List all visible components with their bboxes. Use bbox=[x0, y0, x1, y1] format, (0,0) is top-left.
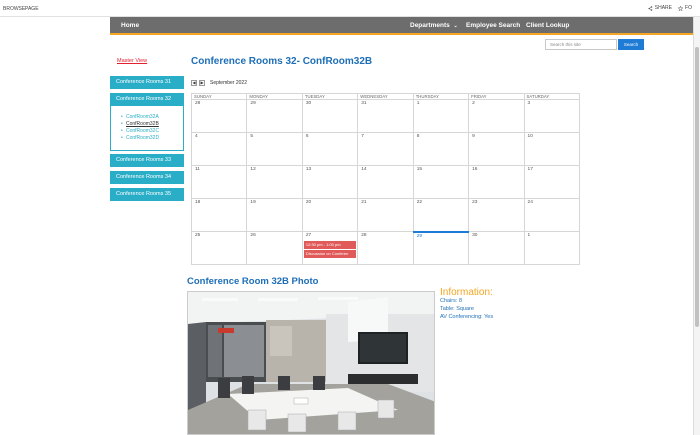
calendar-day-cell[interactable]: 1 bbox=[523, 231, 581, 265]
calendar-day-cell[interactable]: 2 bbox=[468, 99, 525, 133]
calendar-day-cell[interactable]: 20 bbox=[301, 198, 359, 232]
conference-room-photo bbox=[187, 291, 435, 435]
photo-section-title: Conference Room 32B Photo bbox=[187, 276, 319, 287]
calendar-day-cell[interactable]: 21 bbox=[357, 198, 414, 232]
calendar-day-cell[interactable]: 7 bbox=[357, 132, 414, 166]
arrow-right-icon: ▶ bbox=[200, 80, 204, 85]
calendar-day-cell[interactable]: 6 bbox=[301, 132, 359, 166]
calendar-day-number: 27 bbox=[305, 233, 312, 238]
calendar-grid: SUNDAY MONDAY TUESDAY WEDNESDAY THURSDAY… bbox=[190, 93, 581, 265]
scrollbar-thumb[interactable] bbox=[695, 47, 699, 327]
top-navigation: Home Departments ⌄ Employee Search Clien… bbox=[110, 17, 700, 35]
calendar-day-cell[interactable]: 13 bbox=[301, 165, 359, 199]
tab-page[interactable]: PAGE bbox=[25, 6, 39, 12]
arrow-left-icon: ◀ bbox=[192, 80, 196, 85]
star-icon bbox=[678, 5, 684, 11]
calendar-day-cell[interactable]: 28 bbox=[190, 99, 248, 133]
nav-departments-label: Departments bbox=[410, 22, 450, 29]
calendar-week: 28 29 30 31 1 2 3 bbox=[190, 99, 581, 133]
calendar-day-cell[interactable]: 8 bbox=[412, 132, 470, 166]
calendar-day-cell[interactable]: 29 bbox=[246, 99, 303, 133]
sidebar-item-conference-rooms-35[interactable]: Conference Rooms 35 bbox=[110, 188, 184, 201]
calendar-day-cell[interactable]: 3 bbox=[523, 99, 581, 133]
calendar-day-cell[interactable]: 16 bbox=[468, 165, 525, 199]
share-icon bbox=[648, 5, 653, 11]
sidebar-item-conference-rooms-34[interactable]: Conference Rooms 34 bbox=[110, 171, 184, 184]
calendar-day-cell[interactable]: 9 bbox=[468, 132, 525, 166]
calendar-day-cell[interactable]: 30 bbox=[468, 231, 525, 265]
nav-client-lookup[interactable]: Client Lookup bbox=[526, 22, 569, 29]
calendar-week: 18 19 20 21 22 23 24 bbox=[190, 198, 581, 232]
calendar-day-cell[interactable]: 5 bbox=[246, 132, 303, 166]
calendar-day-cell[interactable]: 12 bbox=[246, 165, 303, 199]
previous-month-button[interactable]: ◀ bbox=[191, 80, 197, 86]
sidebar-subitem-confroom32b[interactable]: ConfRoom32B bbox=[121, 121, 183, 128]
sidebar-submenu: ConfRoom32A ConfRoom32B ConfRoom32C Conf… bbox=[110, 106, 184, 151]
ribbon-bar: BROWSE PAGE SHARE FO bbox=[0, 0, 700, 17]
calendar-navigation: ◀ ▶ September 2022 bbox=[191, 80, 247, 86]
nav-home[interactable]: Home bbox=[121, 22, 139, 29]
sidebar-item-conference-rooms-31[interactable]: Conference Rooms 31 bbox=[110, 76, 184, 89]
info-av-conferencing: AV Conferencing: Yes bbox=[440, 314, 494, 320]
calendar-day-cell[interactable]: 18 bbox=[190, 198, 248, 232]
calendar-day-cell[interactable]: 15 bbox=[412, 165, 470, 199]
sidebar-subitem-confroom32c[interactable]: ConfRoom32C bbox=[121, 128, 183, 135]
sidebar-subitem-confroom32a[interactable]: ConfRoom32A bbox=[121, 114, 183, 121]
calendar-day-cell[interactable]: 23 bbox=[468, 198, 525, 232]
info-table: Table: Square bbox=[440, 306, 474, 312]
follow-label: FO bbox=[685, 5, 692, 11]
calendar-day-cell[interactable]: 25 bbox=[190, 231, 248, 265]
chevron-down-icon: ⌄ bbox=[453, 23, 458, 29]
sidebar-subitem-confroom32d[interactable]: ConfRoom32D bbox=[121, 135, 183, 142]
calendar-month-label: September 2022 bbox=[210, 80, 247, 86]
calendar-week: 25 26 27 12:30 pm - 1:00 pm Discussion o… bbox=[190, 230, 581, 265]
nav-departments[interactable]: Departments ⌄ bbox=[410, 22, 458, 29]
information-heading: Information: bbox=[440, 287, 493, 298]
calendar-day-cell[interactable]: 27 12:30 pm - 1:00 pm Discussion on Conf… bbox=[301, 231, 359, 265]
info-chairs: Chairs: 8 bbox=[440, 298, 463, 304]
calendar-day-cell[interactable]: 14 bbox=[357, 165, 414, 199]
calendar-day-cell[interactable]: 11 bbox=[190, 165, 248, 199]
share-label: SHARE bbox=[654, 5, 672, 11]
sidebar-item-conference-rooms-33[interactable]: Conference Rooms 33 bbox=[110, 154, 184, 167]
calendar-event-time[interactable]: 12:30 pm - 1:00 pm bbox=[303, 241, 357, 249]
calendar-day-cell[interactable]: 30 bbox=[301, 99, 359, 133]
calendar-event-title[interactable]: Discussion on Conferen bbox=[303, 250, 357, 258]
search-button[interactable]: Search bbox=[618, 39, 644, 50]
calendar-day-cell-today[interactable]: 29 bbox=[412, 230, 470, 265]
room-photo-illustration bbox=[188, 292, 434, 434]
calendar-day-cell[interactable]: 28 bbox=[357, 231, 414, 265]
share-button[interactable]: SHARE bbox=[648, 5, 672, 11]
calendar-day-cell[interactable]: 26 bbox=[246, 231, 303, 265]
calendar-day-cell[interactable]: 22 bbox=[412, 198, 470, 232]
calendar-day-cell[interactable]: 19 bbox=[246, 198, 303, 232]
search-input[interactable]: Search this site bbox=[545, 39, 617, 50]
follow-button[interactable]: FO bbox=[678, 5, 692, 11]
sidebar-item-conference-rooms-32[interactable]: Conference Rooms 32 bbox=[110, 93, 184, 106]
next-month-button[interactable]: ▶ bbox=[199, 80, 205, 86]
calendar-day-cell[interactable]: 24 bbox=[523, 198, 581, 232]
calendar-day-cell[interactable]: 4 bbox=[190, 132, 248, 166]
tab-browse[interactable]: BROWSE bbox=[3, 6, 25, 12]
calendar-week: 11 12 13 14 15 16 17 bbox=[190, 165, 581, 199]
calendar-day-cell[interactable]: 17 bbox=[523, 165, 581, 199]
calendar-day-cell[interactable]: 1 bbox=[412, 99, 470, 133]
page-scrollbar[interactable] bbox=[693, 17, 700, 435]
master-view-link[interactable]: Master View bbox=[117, 58, 147, 64]
calendar-day-cell[interactable]: 10 bbox=[523, 132, 581, 166]
calendar-day-cell[interactable]: 31 bbox=[357, 99, 414, 133]
page-title: Conference Rooms 32- ConfRoom32B bbox=[191, 56, 373, 67]
nav-employee-search[interactable]: Employee Search bbox=[466, 22, 520, 29]
calendar-week: 4 5 6 7 8 9 10 bbox=[190, 132, 581, 166]
